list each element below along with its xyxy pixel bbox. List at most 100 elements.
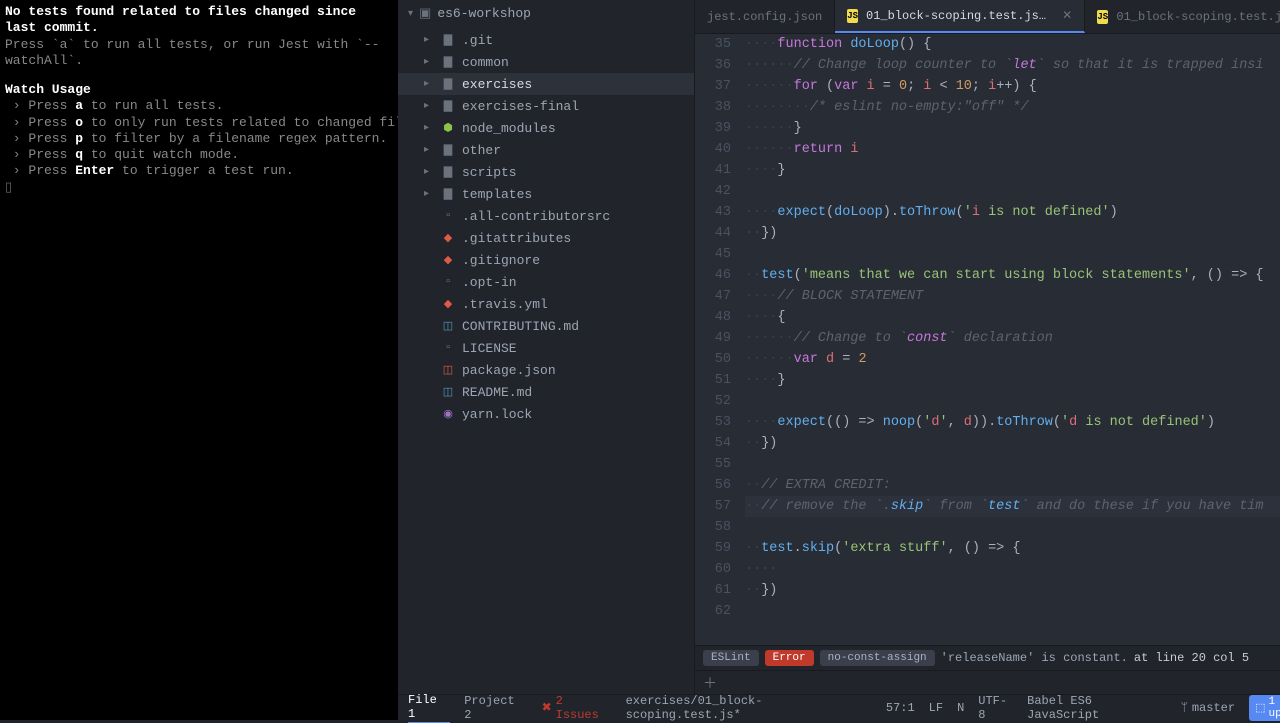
bottom-tab-row[interactable]: ＋ ✕ bbox=[695, 670, 1280, 694]
code-line[interactable]: ······// Change loop counter to `let` so… bbox=[745, 55, 1280, 76]
code-editor[interactable]: 3536373839404142434445464748495051525354… bbox=[695, 34, 1280, 645]
tree-folder[interactable]: ▸▇templates bbox=[398, 183, 694, 205]
add-tab-icon[interactable]: ＋ bbox=[703, 673, 717, 693]
project-header[interactable]: ▾ ▣ es6-workshop bbox=[398, 0, 694, 27]
terminal-pane[interactable]: No tests found related to files changed … bbox=[0, 0, 398, 720]
status-updates[interactable]: ⬚ 1 update bbox=[1249, 695, 1280, 721]
yml-icon: ◆ bbox=[440, 296, 456, 312]
code-line[interactable]: ······for (var i = 0; i < 10; i++) { bbox=[745, 76, 1280, 97]
chevron-right-icon: ▸ bbox=[424, 100, 434, 112]
folder-icon: ▇ bbox=[440, 164, 456, 180]
tree-folder[interactable]: ▸▇.git bbox=[398, 29, 694, 51]
code-line[interactable]: ····expect(() => noop('d', d)).toThrow('… bbox=[745, 412, 1280, 433]
code-line[interactable]: ····} bbox=[745, 370, 1280, 391]
code-line[interactable]: ······return i bbox=[745, 139, 1280, 160]
code-line[interactable]: ····} bbox=[745, 160, 1280, 181]
git-icon: ◆ bbox=[440, 252, 456, 268]
tree-item-label: scripts bbox=[462, 165, 517, 180]
code-line[interactable]: ········/* eslint no-empty:"off" */ bbox=[745, 97, 1280, 118]
tree-folder[interactable]: ▸⬢node_modules bbox=[398, 117, 694, 139]
tree-item-label: node_modules bbox=[462, 121, 556, 136]
status-wrap[interactable]: N bbox=[957, 701, 964, 715]
git-branch-icon: ᛘ bbox=[1181, 701, 1188, 715]
package-icon: ⬚ bbox=[1255, 701, 1265, 715]
editor-tab[interactable]: jest.config.json bbox=[695, 0, 835, 33]
tree-folder[interactable]: ▸▇exercises bbox=[398, 73, 694, 95]
code-line[interactable]: ···· bbox=[745, 559, 1280, 580]
code-line[interactable]: ······var d = 2 bbox=[745, 349, 1280, 370]
tree-item-label: other bbox=[462, 143, 501, 158]
code-line[interactable] bbox=[745, 517, 1280, 538]
file-tree[interactable]: ▸▇.git▸▇common▸▇exercises▸▇exercises-fin… bbox=[398, 27, 694, 694]
tree-file[interactable]: ◆.travis.yml bbox=[398, 293, 694, 315]
status-encoding[interactable]: UTF-8 bbox=[978, 694, 1013, 722]
status-issues[interactable]: ✖ 2 Issues bbox=[542, 694, 612, 722]
status-cursor-pos[interactable]: 57:1 bbox=[886, 701, 915, 715]
tab-bar[interactable]: jest.config.jsonJS01_block-scoping.test.… bbox=[695, 0, 1280, 34]
status-file-path[interactable]: exercises/01_block-scoping.test.js* bbox=[626, 694, 872, 722]
status-bar[interactable]: File 1 Project 2 ✖ 2 Issues exercises/01… bbox=[398, 694, 1280, 720]
code-line[interactable]: ····{ bbox=[745, 307, 1280, 328]
code-line[interactable]: ····expect(doLoop).toThrow('i is not def… bbox=[745, 202, 1280, 223]
tree-item-label: .gitignore bbox=[462, 253, 540, 268]
lint-location: at line 20 col 5 bbox=[1134, 651, 1249, 665]
status-project-tab[interactable]: Project 2 bbox=[464, 694, 527, 722]
code-line[interactable]: ··test.skip('extra stuff', () => { bbox=[745, 538, 1280, 559]
code-line[interactable]: ······// Change to `const` declaration bbox=[745, 328, 1280, 349]
code-line[interactable]: ··}) bbox=[745, 433, 1280, 454]
watch-usage-line: › Press o to only run tests related to c… bbox=[5, 115, 393, 131]
code-line[interactable]: ····// BLOCK STATEMENT bbox=[745, 286, 1280, 307]
code-line[interactable]: ··}) bbox=[745, 580, 1280, 601]
tree-file[interactable]: ◫CONTRIBUTING.md bbox=[398, 315, 694, 337]
tree-folder[interactable]: ▸ ▇ scripts bbox=[398, 161, 694, 183]
code-line[interactable] bbox=[745, 391, 1280, 412]
file-tree-sidebar[interactable]: ▾ ▣ es6-workshop ▸▇.git▸▇common▸▇exercis… bbox=[398, 0, 695, 694]
tree-folder[interactable]: ▸▇common bbox=[398, 51, 694, 73]
tree-file[interactable]: ▫.all-contributorsrc bbox=[398, 205, 694, 227]
editor-area: ▾ ▣ es6-workshop ▸▇.git▸▇common▸▇exercis… bbox=[398, 0, 1280, 720]
tree-folder[interactable]: ▸▇other bbox=[398, 139, 694, 161]
status-grammar[interactable]: Babel ES6 JavaScript bbox=[1027, 694, 1167, 722]
chevron-right-icon: ▸ bbox=[424, 166, 434, 178]
close-icon[interactable]: ✕ bbox=[1062, 8, 1072, 23]
code-line[interactable]: ··test('means that we can start using bl… bbox=[745, 265, 1280, 286]
tree-item-label: templates bbox=[462, 187, 532, 202]
code-line[interactable]: ······} bbox=[745, 118, 1280, 139]
file-icon: ▫ bbox=[440, 208, 456, 224]
tree-file[interactable]: ▫.opt-in bbox=[398, 271, 694, 293]
editor-tab[interactable]: JS01_block-scoping.test.js — exercis✕ bbox=[835, 0, 1085, 33]
tree-file[interactable]: ◉yarn.lock bbox=[398, 403, 694, 425]
folder-icon: ▇ bbox=[440, 54, 456, 70]
tree-file[interactable]: ▫LICENSE bbox=[398, 337, 694, 359]
code-line[interactable]: ··}) bbox=[745, 223, 1280, 244]
error-icon: ✖ bbox=[542, 700, 552, 715]
code-line[interactable] bbox=[745, 181, 1280, 202]
watch-usage-line: › Press Enter to trigger a test run. bbox=[5, 163, 393, 179]
code-line[interactable] bbox=[745, 601, 1280, 622]
js-icon: JS bbox=[847, 9, 858, 23]
editor-tab[interactable]: JS01_block-scoping.test.js — exercises bbox=[1085, 0, 1280, 33]
lint-rule-badge[interactable]: no-const-assign bbox=[820, 650, 935, 666]
tree-file[interactable]: ◆.gitattributes bbox=[398, 227, 694, 249]
tree-file[interactable]: ◆ .gitignore bbox=[398, 249, 694, 271]
repo-icon: ▣ bbox=[419, 6, 431, 21]
code-line[interactable]: ··// remove the `.skip` from `test` and … bbox=[745, 496, 1280, 517]
tree-file[interactable]: ◫README.md bbox=[398, 381, 694, 403]
status-file-tab[interactable]: File 1 bbox=[408, 693, 450, 723]
watch-usage-line: › Press p to filter by a filename regex … bbox=[5, 131, 393, 147]
tree-file[interactable]: ◫package.json bbox=[398, 359, 694, 381]
tree-item-label: README.md bbox=[462, 385, 532, 400]
tree-item-label: package.json bbox=[462, 363, 556, 378]
code-line[interactable]: ····function doLoop() { bbox=[745, 34, 1280, 55]
tree-folder[interactable]: ▸▇exercises-final bbox=[398, 95, 694, 117]
tree-item-label: .gitattributes bbox=[462, 231, 571, 246]
status-line-ending[interactable]: LF bbox=[929, 701, 943, 715]
file-icon: ▫ bbox=[440, 274, 456, 290]
status-branch[interactable]: ᛘ master bbox=[1181, 701, 1235, 715]
code-line[interactable] bbox=[745, 454, 1280, 475]
code-line[interactable]: ··// EXTRA CREDIT: bbox=[745, 475, 1280, 496]
code-line[interactable] bbox=[745, 244, 1280, 265]
code-content[interactable]: ····function doLoop() {······// Change l… bbox=[745, 34, 1280, 645]
folder-icon: ▇ bbox=[440, 76, 456, 92]
lint-bar[interactable]: ESLint Error no-const-assign 'releaseNam… bbox=[695, 645, 1280, 670]
